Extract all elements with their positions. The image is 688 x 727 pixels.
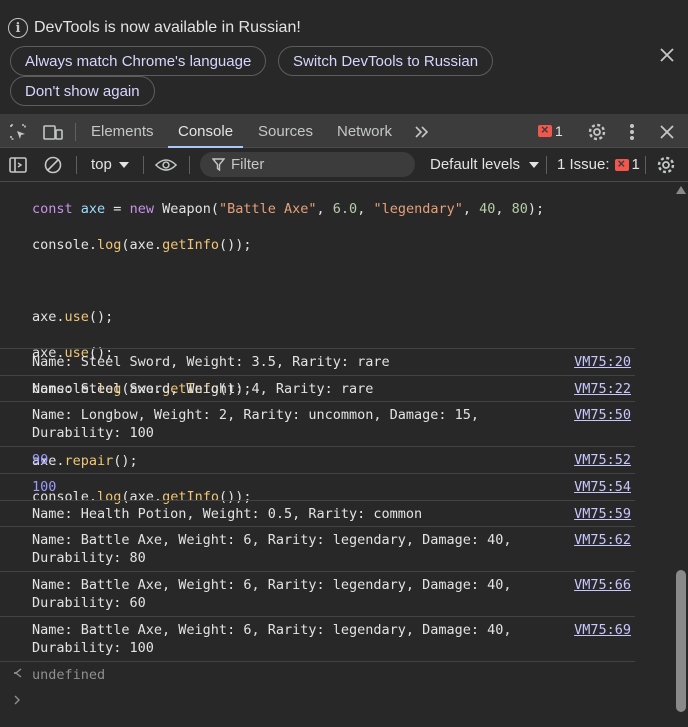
console-message: Name: Battle Axe, Weight: 6, Rarity: leg… [0, 526, 635, 571]
issues-count: 1 [631, 156, 640, 173]
console-message: Name: Steel Sword, Weight: 3.5, Rarity: … [0, 348, 635, 375]
console-message: Name: Battle Axe, Weight: 6, Rarity: leg… [0, 571, 635, 616]
log-levels-dropdown[interactable]: Default levels [430, 156, 540, 173]
error-icon [614, 156, 629, 171]
filter-box[interactable] [200, 152, 415, 177]
log-source-link[interactable]: VM75:54 [574, 478, 631, 496]
log-source-link[interactable]: VM75:50 [574, 406, 631, 424]
tab-elements[interactable]: Elements [91, 115, 154, 148]
always-match-language-label: Always match Chrome's language [25, 52, 252, 70]
toolbar-divider [189, 156, 190, 174]
switch-to-russian-label: Switch DevTools to Russian [293, 52, 479, 70]
console-message: Name: Health Potion, Weight: 0.5, Rarity… [0, 500, 635, 526]
chevron-down-icon [118, 161, 129, 168]
log-text: Name: Battle Axe, Weight: 6, Rarity: leg… [32, 577, 512, 611]
infobar-close-icon[interactable] [658, 46, 676, 64]
dont-show-again-label: Don't show again [25, 82, 140, 100]
log-text: Name: Battle Axe, Weight: 6, Rarity: leg… [32, 532, 512, 566]
scrollbar-thumb[interactable] [676, 570, 686, 712]
log-source-link[interactable]: VM75:20 [574, 353, 631, 371]
chevron-down-icon [529, 161, 540, 168]
toolbar-divider [143, 156, 144, 174]
toolbar-divider [75, 123, 76, 141]
dont-show-again-button[interactable]: Don't show again [10, 76, 155, 106]
filter-icon [212, 158, 225, 171]
tab-sources[interactable]: Sources [258, 115, 313, 148]
log-source-link[interactable]: VM75:22 [574, 380, 631, 398]
tab-console[interactable]: Console [167, 115, 244, 148]
log-text: Name: Health Potion, Weight: 0.5, Rarity… [32, 506, 423, 522]
message-divider [0, 661, 635, 662]
console-message: Name: Steel Sword, Weight: 4, Rarity: ra… [0, 375, 635, 401]
chevron-double-right-icon[interactable] [410, 121, 432, 143]
error-count-badge[interactable]: 1 [538, 122, 563, 139]
log-source-link[interactable]: VM75:69 [574, 621, 631, 639]
device-toolbar-icon[interactable] [42, 121, 64, 143]
log-text: Name: Steel Sword, Weight: 3.5, Rarity: … [32, 354, 390, 370]
error-icon [538, 122, 552, 137]
log-source-link[interactable]: VM75:52 [574, 451, 631, 469]
console-toolbar: top Default levels 1 Issue: 1 [0, 148, 688, 182]
error-count: 1 [555, 123, 563, 139]
code-line: const axe = new Weapon("Battle Axe", 6.0… [32, 201, 545, 217]
language-infobar: i DevTools is now available in Russian! … [0, 0, 688, 115]
eye-icon[interactable] [155, 154, 177, 176]
context-label: top [91, 156, 112, 173]
log-number: 100 [32, 479, 57, 495]
toolbar-divider [546, 156, 547, 174]
console-message: Name: Longbow, Weight: 2, Rarity: uncomm… [0, 401, 635, 446]
infobar-message-row: i DevTools is now available in Russian! [8, 17, 301, 39]
console-message: 90 VM75:52 [0, 446, 635, 473]
devtools-main-toolbar: Elements Console Sources Network 1 [0, 115, 688, 148]
code-line: console.log(axe.getInfo()); [32, 237, 252, 253]
console-settings-gear-icon[interactable] [655, 154, 677, 176]
more-vert-icon[interactable] [621, 121, 643, 143]
issues-counter[interactable]: 1 Issue: 1 [557, 156, 640, 174]
inspect-element-icon[interactable] [7, 121, 29, 143]
code-line: axe.use(); [32, 309, 114, 325]
info-icon: i [8, 18, 28, 38]
context-selector[interactable]: top [91, 156, 129, 173]
gear-icon[interactable] [586, 121, 608, 143]
log-source-link[interactable]: VM75:59 [574, 505, 631, 523]
issues-label: 1 Issue: [557, 156, 610, 173]
log-number: 90 [32, 452, 49, 468]
always-match-language-button[interactable]: Always match Chrome's language [10, 46, 267, 76]
prompt-chevron-icon [13, 694, 21, 710]
toolbar-divider [645, 156, 646, 174]
console-output[interactable]: const axe = new Weapon("Battle Axe", 6.0… [0, 182, 688, 727]
log-text: Name: Battle Axe, Weight: 6, Rarity: leg… [32, 622, 512, 656]
return-value: undefined [32, 667, 106, 683]
log-text: Name: Steel Sword, Weight: 4, Rarity: ra… [32, 381, 374, 397]
console-message: 100 VM75:54 [0, 473, 635, 500]
console-message: Name: Battle Axe, Weight: 6, Rarity: leg… [0, 616, 635, 661]
log-text: Name: Longbow, Weight: 2, Rarity: uncomm… [32, 407, 480, 441]
filter-input[interactable] [231, 156, 391, 173]
devtools-close-icon[interactable] [656, 121, 678, 143]
toolbar-divider [76, 156, 77, 174]
infobar-message: DevTools is now available in Russian! [34, 19, 301, 36]
log-source-link[interactable]: VM75:62 [574, 531, 631, 549]
clear-console-icon[interactable] [42, 154, 64, 176]
log-source-link[interactable]: VM75:66 [574, 576, 631, 594]
switch-to-russian-button[interactable]: Switch DevTools to Russian [278, 46, 494, 76]
scroll-up-arrow-icon[interactable] [676, 186, 686, 194]
log-levels-label: Default levels [430, 156, 521, 173]
tab-network[interactable]: Network [337, 115, 392, 148]
return-arrow-icon [13, 667, 23, 683]
sidebar-icon[interactable] [7, 154, 29, 176]
